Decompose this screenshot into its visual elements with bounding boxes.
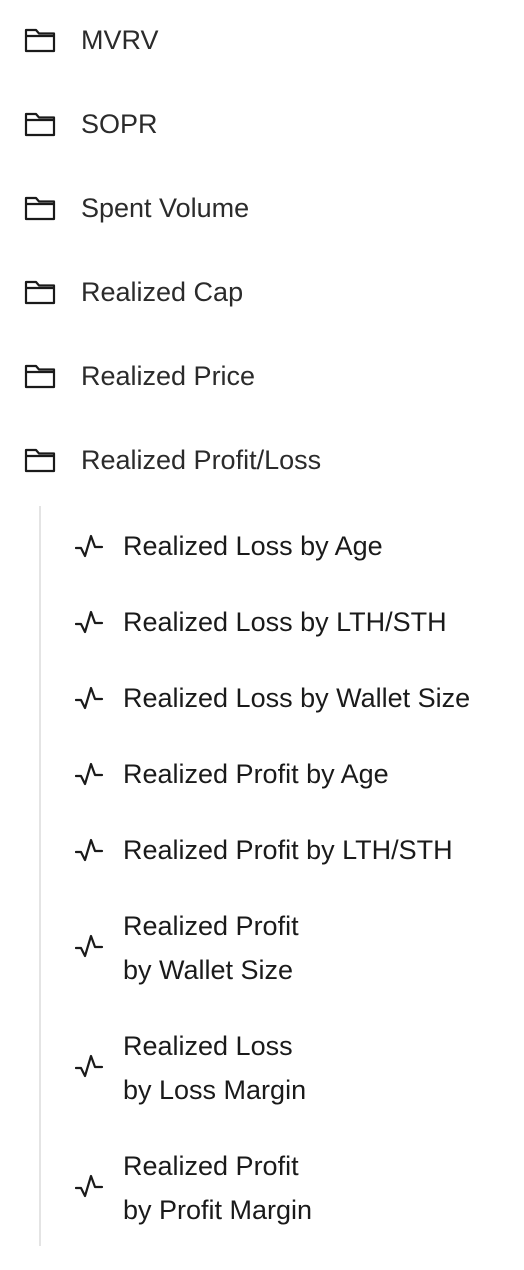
chart-line-icon	[75, 1054, 104, 1078]
chart-line-icon	[75, 534, 104, 558]
folder-item-realized-cap[interactable]: Realized Cap	[0, 262, 524, 322]
folder-item-realized-profit-loss[interactable]: Realized Profit/Loss	[0, 430, 524, 490]
folder-icon	[24, 448, 56, 473]
chart-line-icon	[75, 686, 104, 710]
folder-icon	[24, 364, 56, 389]
chart-item-label: Realized Loss by Age	[123, 531, 383, 561]
folder-item-spent-volume[interactable]: Spent Volume	[0, 178, 524, 238]
chart-item-label-line1: Realized Profit	[123, 1151, 299, 1181]
chart-item-realized-loss-by-age[interactable]: Realized Loss by Age	[39, 524, 524, 568]
folder-icon	[24, 28, 56, 53]
chart-item-label-line2: by Wallet Size	[123, 955, 294, 985]
folder-item-realized-price[interactable]: Realized Price	[0, 346, 524, 406]
folder-item-mvrv[interactable]: MVRV	[0, 10, 524, 70]
chart-item-label: Realized Loss by Wallet Size	[123, 683, 471, 713]
folder-icon	[24, 280, 56, 305]
chart-item-label: Realized Profit by Age	[123, 759, 389, 789]
chart-item-label-line1: Realized Loss	[123, 1031, 293, 1061]
chart-item-label-line2: by Loss Margin	[123, 1075, 307, 1105]
chart-item-realized-profit-by-lth-sth[interactable]: Realized Profit by LTH/STH	[39, 828, 524, 872]
folder-label: Realized Cap	[81, 277, 244, 307]
chart-item-label: Realized Loss by Loss Margin	[123, 1024, 306, 1112]
chart-item-realized-profit-by-profit-margin[interactable]: Realized Profit by Profit Margin	[39, 1144, 524, 1232]
chart-item-label-line1: Realized Profit	[123, 911, 299, 941]
chart-item-label: Realized Profit by Profit Margin	[123, 1144, 312, 1232]
chart-line-icon	[75, 1174, 104, 1198]
folder-children-realized-profit-loss: Realized Loss by Age Realized Loss by LT…	[39, 506, 524, 1246]
chart-line-icon	[75, 762, 104, 786]
metrics-tree: MVRV SOPR Spent Volume Realized Cap Real…	[0, 0, 524, 1270]
chart-item-realized-loss-by-lth-sth[interactable]: Realized Loss by LTH/STH	[39, 600, 524, 644]
chart-item-label-line2: by Profit Margin	[123, 1195, 313, 1225]
chart-item-realized-loss-by-loss-margin[interactable]: Realized Loss by Loss Margin	[39, 1024, 524, 1112]
chart-item-realized-loss-by-wallet-size[interactable]: Realized Loss by Wallet Size	[39, 676, 524, 720]
chart-item-realized-profit-by-wallet-size[interactable]: Realized Profit by Wallet Size	[39, 904, 524, 992]
chart-item-label: Realized Loss by LTH/STH	[123, 607, 447, 637]
folder-label: Realized Profit/Loss	[81, 445, 322, 475]
folder-label: SOPR	[81, 109, 158, 139]
folder-icon	[24, 196, 56, 221]
folder-label: MVRV	[81, 25, 159, 55]
folder-icon	[24, 112, 56, 137]
chart-item-realized-profit-by-age[interactable]: Realized Profit by Age	[39, 752, 524, 796]
chart-line-icon	[75, 838, 104, 862]
chart-line-icon	[75, 934, 104, 958]
folder-item-sopr[interactable]: SOPR	[0, 94, 524, 154]
chart-item-label: Realized Profit by Wallet Size	[123, 904, 299, 992]
folder-label: Realized Price	[81, 361, 256, 391]
chart-line-icon	[75, 610, 104, 634]
folder-label: Spent Volume	[81, 193, 250, 223]
chart-item-label: Realized Profit by LTH/STH	[123, 835, 453, 865]
